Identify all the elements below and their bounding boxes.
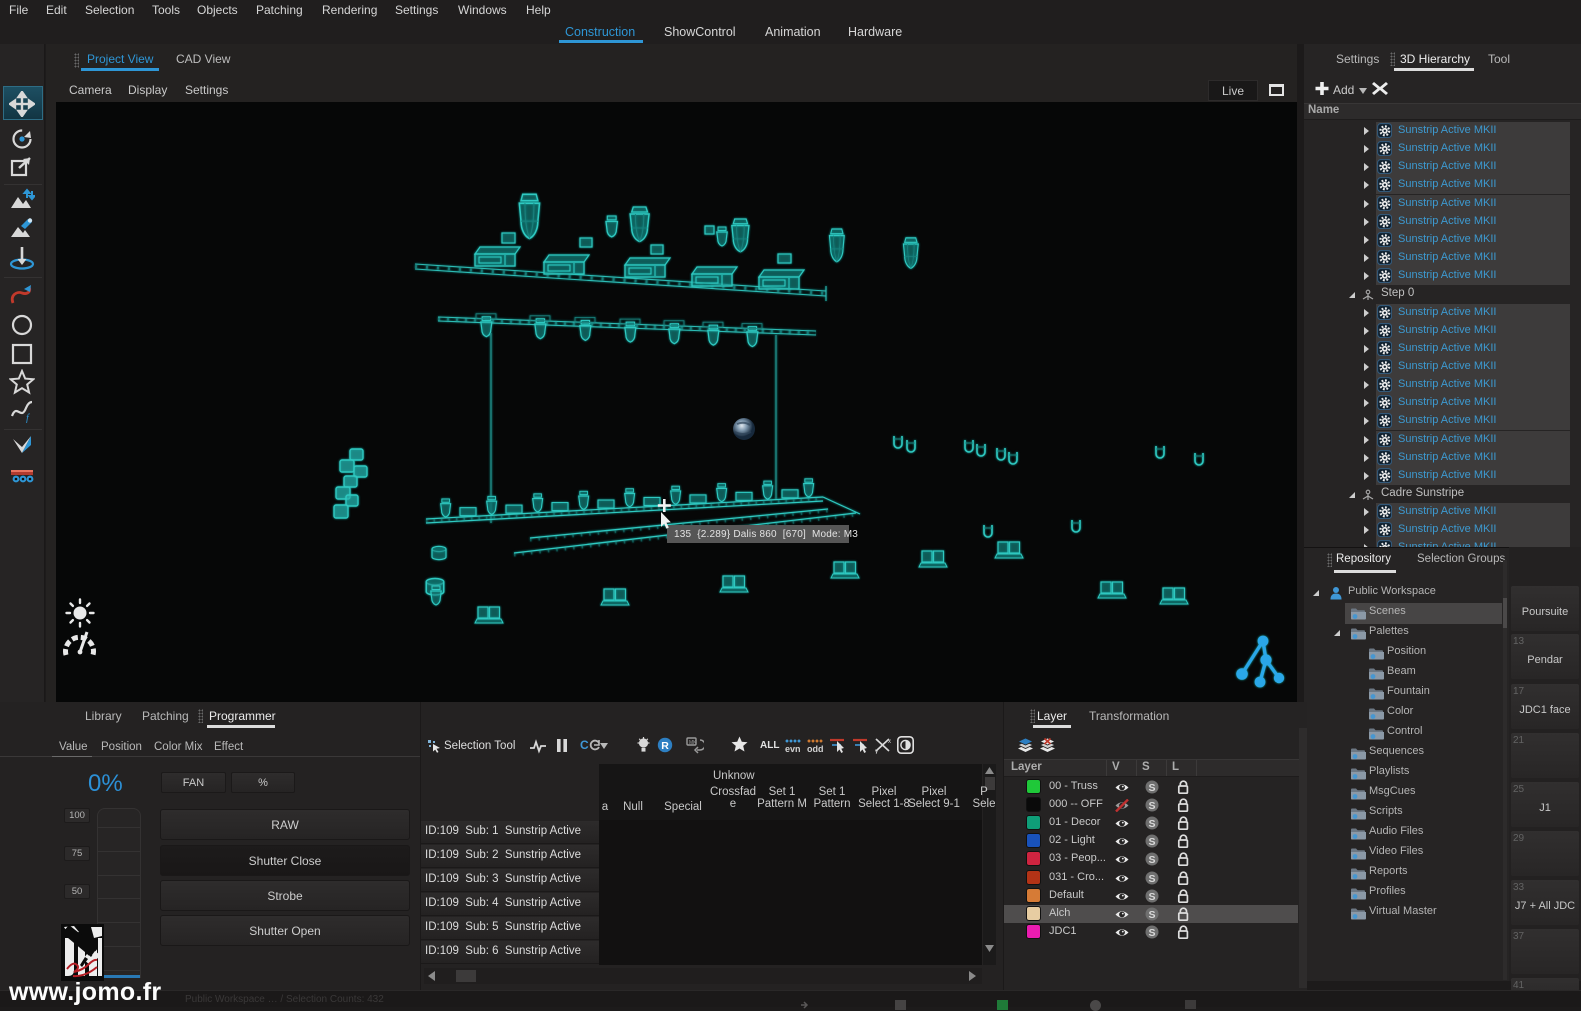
svg-text:R: R: [661, 740, 669, 752]
svg-text:y: y: [875, 749, 878, 754]
svg-text:MK: MK: [689, 740, 697, 746]
svg-text:f: f: [26, 413, 30, 423]
svg-text:x: x: [888, 739, 891, 745]
